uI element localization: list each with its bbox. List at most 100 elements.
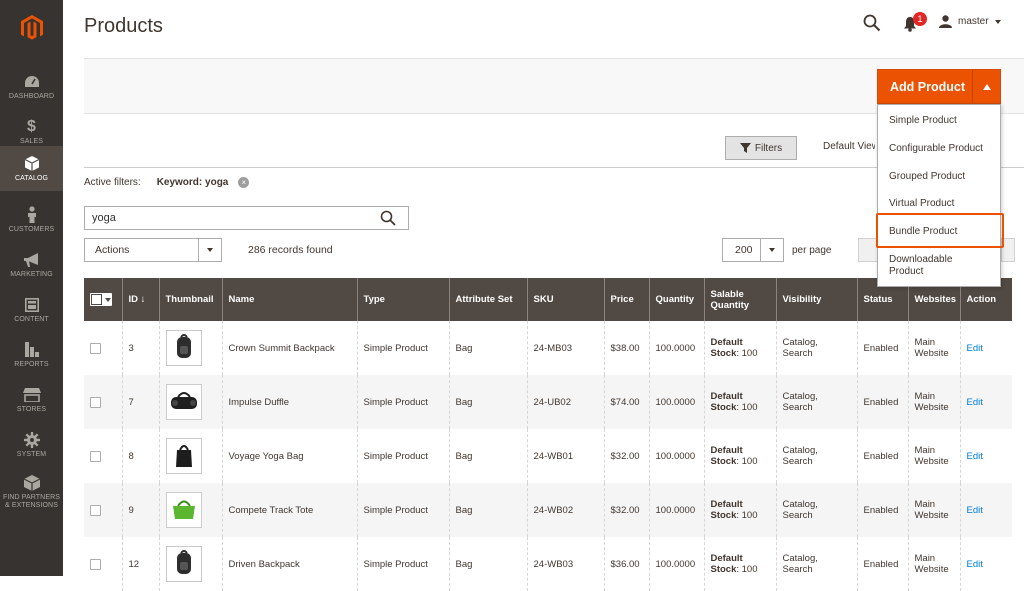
row-checkbox[interactable] [90,342,101,354]
cell-status: Enabled [856,537,908,591]
cell-quantity: 100.0000 [648,537,704,591]
cell-name: Voyage Yoga Bag [221,429,357,483]
column-header-attribute-set[interactable]: Attribute Set [448,278,527,321]
sidebar-item-dashboard[interactable]: DASHBOARD [0,64,63,109]
menu-item-grouped-product[interactable]: Grouped Product [889,171,965,183]
edit-link[interactable]: Edit [967,397,983,408]
cell-thumbnail [158,429,222,483]
table-row[interactable]: 12 Driven Backpack Simple Product Bag 24-WB0… [84,537,1012,591]
sidebar-item-catalog[interactable]: CATALOG [0,146,63,191]
cell-thumbnail [158,321,222,375]
menu-item-configurable-product[interactable]: Configurable Product [889,143,983,155]
keyword-search-input[interactable]: yoga [84,206,409,230]
cell-salable-quantity: Default Stock: 100 [703,537,776,591]
cell-name: Impulse Duffle [221,375,357,429]
cell-type: Simple Product [356,537,449,591]
sidebar-item-find-partners[interactable]: FIND PARTNERS & EXTENSIONS [0,467,63,517]
cell-websites: Main Website [907,429,960,483]
product-thumbnail[interactable] [165,492,202,528]
column-header-quantity[interactable]: Quantity [648,278,704,321]
row-checkbox[interactable] [90,504,101,516]
table-row[interactable]: 8 Voyage Yoga Bag Simple Product Bag 24-WB01… [84,429,1012,483]
records-found: 286 records found [248,244,333,256]
sidebar-item-content[interactable]: CONTENT [0,287,63,332]
menu-item-downloadable-product[interactable]: Downloadable Product [889,254,979,278]
sidebar-item-label: SYSTEM [16,450,47,458]
cell-action: Edit [959,537,1012,591]
sidebar-item-label: STORES [16,405,47,413]
cell-id: 3 [121,321,159,375]
sidebar-item-customers[interactable]: CUSTOMERS [0,197,63,242]
cell-sku: 24-WB02 [526,483,604,537]
product-thumbnail[interactable] [165,330,202,366]
actions-label: Actions [95,244,130,256]
column-header-name[interactable]: Name [221,278,357,321]
mass-select-checkbox[interactable] [90,293,112,306]
table-row[interactable]: 3 Crown Summit Backpack Simple Product Bag 2… [84,321,1012,375]
mass-actions-select[interactable]: Actions [84,238,222,262]
cell-attribute-set: Bag [448,375,527,429]
add-product-toggle[interactable] [972,70,1000,103]
mass-select-header[interactable] [84,278,122,321]
backpack-icon [173,333,195,363]
cell-salable-quantity: Default Stock: 100 [703,429,776,483]
main-content: Products 1 master Add Product Simple Pro… [63,0,1024,591]
cell-websites: Main Website [907,375,960,429]
global-search-button[interactable] [863,14,883,34]
cell-name: Driven Backpack [221,537,357,591]
sidebar-item-marketing[interactable]: MARKETING [0,242,63,287]
table-row[interactable]: 7 Impulse Duffle Simple Product Bag 24-UB02 $… [84,375,1012,429]
edit-link[interactable]: Edit [967,451,983,462]
backpack-icon [173,549,195,579]
sidebar-item-reports[interactable]: REPORTS [0,332,63,377]
sidebar-item-system[interactable]: SYSTEM [0,422,63,467]
cell-name: Crown Summit Backpack [221,321,357,375]
cell-salable-quantity: Default Stock: 100 [703,321,776,375]
edit-link[interactable]: Edit [967,343,983,354]
product-thumbnail[interactable] [165,384,202,420]
menu-item-simple-product[interactable]: Simple Product [889,115,957,127]
view-selector[interactable]: Default View [815,141,875,152]
cell-visibility: Catalog, Search [775,321,857,375]
notifications-button[interactable]: 1 [903,12,927,36]
cell-quantity: 100.0000 [648,429,704,483]
remove-filter-icon[interactable]: × [238,177,250,188]
edit-link[interactable]: Edit [967,505,983,516]
bundle-product-highlight [876,213,1004,248]
dollar-icon: $ [27,117,36,135]
cell-id: 9 [121,483,159,537]
column-header-price[interactable]: Price [603,278,649,321]
table-row[interactable]: 9 Compete Track Tote Simple Product Bag 24-W… [84,483,1012,537]
add-product-button[interactable]: Add Product [877,69,1001,104]
cell-status: Enabled [856,483,908,537]
cell-quantity: 100.0000 [648,321,704,375]
active-filters-label: Active filters: [84,177,141,188]
row-checkbox[interactable] [90,396,101,408]
magento-logo[interactable] [0,0,63,56]
product-thumbnail[interactable] [165,438,202,474]
gear-icon [23,431,40,449]
search-icon[interactable] [380,210,396,226]
column-header-id[interactable]: ID ↓ [121,278,159,321]
sidebar-item-stores[interactable]: STORES [0,377,63,422]
per-page-select[interactable]: 200 [722,238,784,262]
cell-websites: Main Website [907,321,960,375]
user-menu[interactable]: master [939,15,1001,28]
row-select-cell [84,537,122,591]
cell-action: Edit [959,375,1012,429]
filters-button[interactable]: Filters [725,136,797,160]
user-icon [939,15,952,28]
sidebar-item-label: REPORTS [14,360,49,368]
product-thumbnail[interactable] [165,546,202,582]
column-header-sku[interactable]: SKU [526,278,604,321]
menu-item-virtual-product[interactable]: Virtual Product [889,198,954,210]
edit-link[interactable]: Edit [967,559,983,570]
cell-action: Edit [959,321,1012,375]
column-header-type[interactable]: Type [356,278,449,321]
row-checkbox[interactable] [90,450,101,462]
column-header-visibility[interactable]: Visibility [775,278,857,321]
pager-prev-button[interactable] [858,238,878,262]
row-checkbox[interactable] [90,558,101,570]
duffle-icon [169,391,199,414]
page-title: Products [84,15,163,37]
